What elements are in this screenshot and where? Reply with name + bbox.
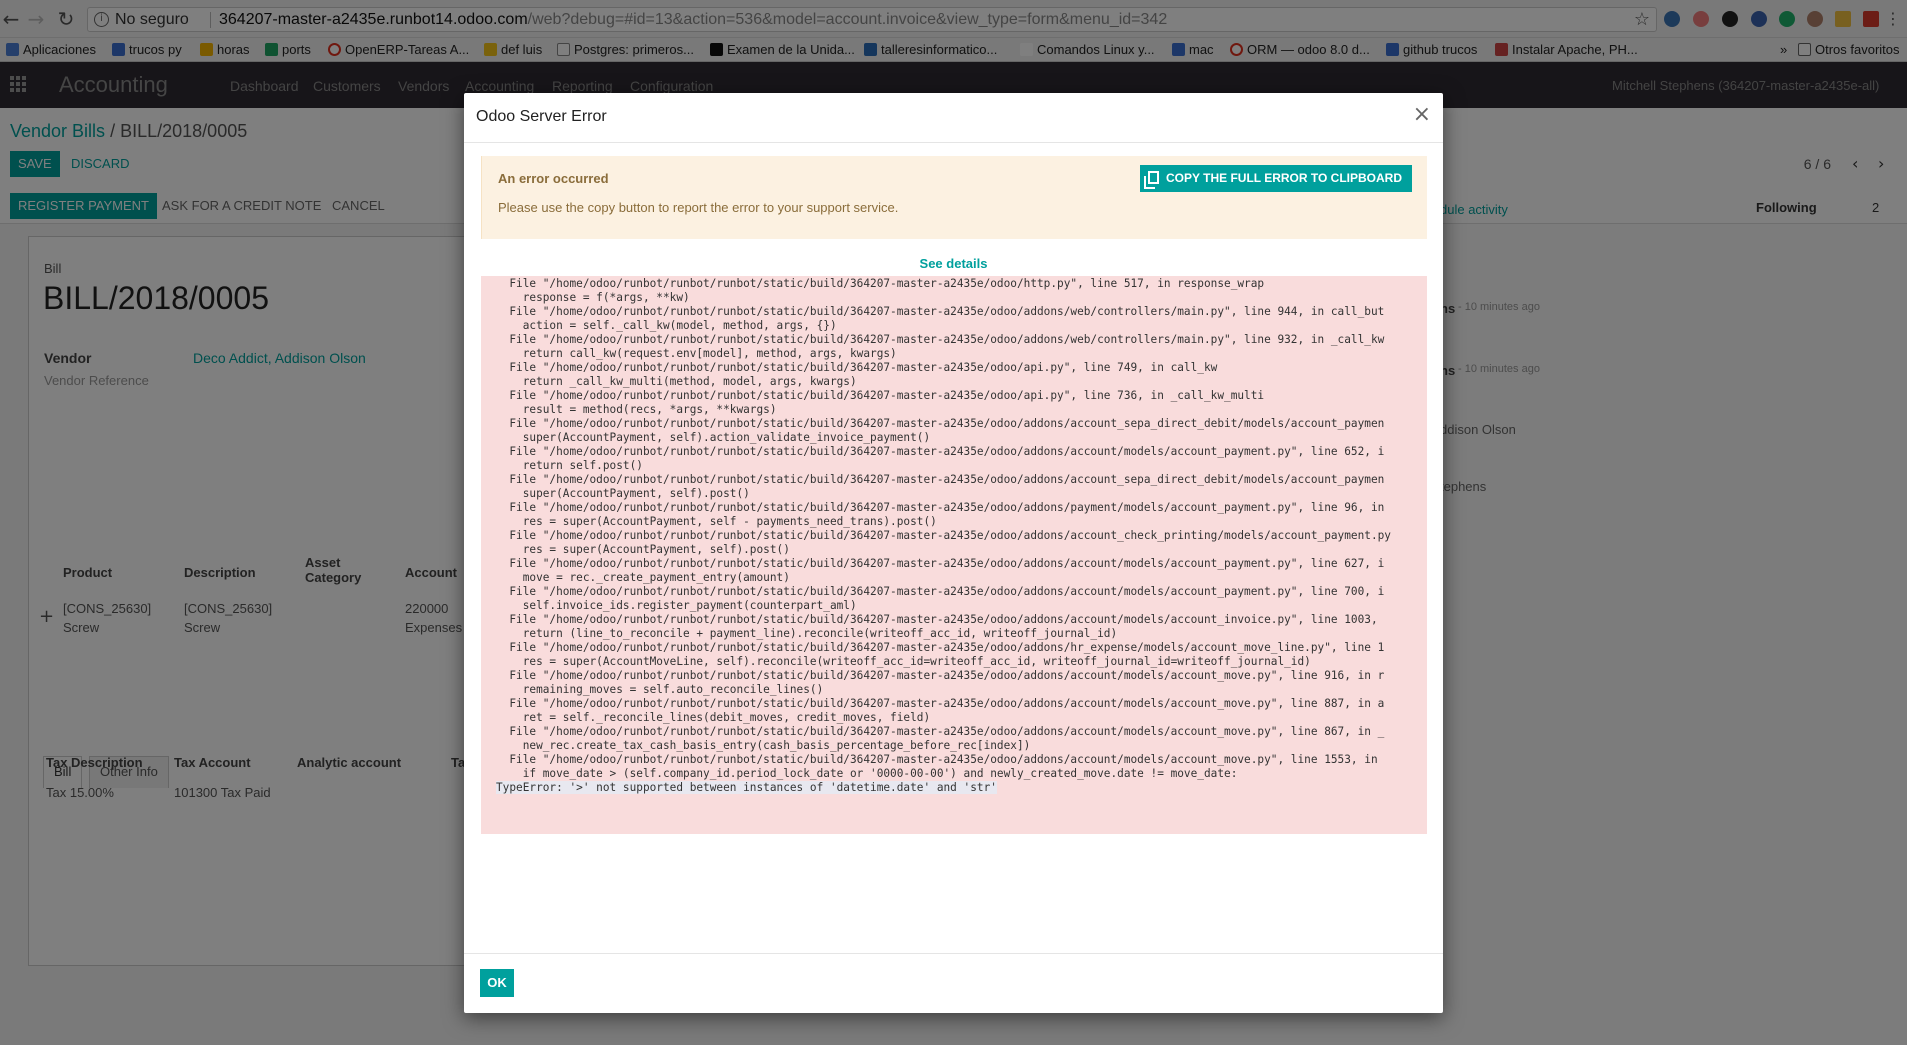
alert-title: An error occurred: [498, 171, 609, 186]
traceback-line: File "/home/odoo/runbot/runbot/runbot/st…: [496, 417, 1385, 430]
see-details-link[interactable]: See details: [464, 256, 1443, 271]
clipboard-icon: [1143, 171, 1159, 189]
traceback-line: File "/home/odoo/runbot/runbot/runbot/st…: [496, 333, 1385, 346]
traceback-text: File "/home/odoo/runbot/runbot/runbot/st…: [481, 277, 1427, 795]
traceback-line: res = super(AccountPayment, self - payme…: [496, 515, 937, 528]
traceback-line: File "/home/odoo/runbot/runbot/runbot/st…: [496, 697, 1385, 710]
traceback-line: self.invoice_ids.register_payment(counte…: [496, 599, 857, 612]
traceback-line: super(AccountPayment, self).action_valid…: [496, 431, 931, 444]
traceback-line: return self.post(): [496, 459, 643, 472]
traceback-line: File "/home/odoo/runbot/runbot/runbot/st…: [496, 501, 1385, 514]
traceback-line: return call_kw(request.env[model], metho…: [496, 347, 897, 360]
traceback-line: TypeError: '>' not supported between ins…: [496, 781, 997, 794]
traceback-line: File "/home/odoo/runbot/runbot/runbot/st…: [496, 389, 1265, 402]
traceback-line: response = f(*args, **kw): [496, 291, 690, 304]
traceback-line: File "/home/odoo/runbot/runbot/runbot/st…: [496, 725, 1385, 738]
traceback-line: File "/home/odoo/runbot/runbot/runbot/st…: [496, 361, 1218, 374]
error-traceback[interactable]: File "/home/odoo/runbot/runbot/runbot/st…: [481, 276, 1427, 834]
traceback-line: File "/home/odoo/runbot/runbot/runbot/st…: [496, 557, 1385, 570]
traceback-line: File "/home/odoo/runbot/runbot/runbot/st…: [496, 753, 1378, 766]
traceback-line: File "/home/odoo/runbot/runbot/runbot/st…: [496, 277, 1265, 290]
traceback-line: action = self._call_kw(model, method, ar…: [496, 319, 837, 332]
dialog-footer: OK: [464, 953, 1443, 1013]
ok-button[interactable]: OK: [480, 969, 514, 997]
traceback-line: super(AccountPayment, self).post(): [496, 487, 750, 500]
dialog-header: Odoo Server Error ×: [464, 93, 1443, 143]
traceback-line: return (line_to_reconcile + payment_line…: [496, 627, 1118, 640]
traceback-line: File "/home/odoo/runbot/runbot/runbot/st…: [496, 305, 1385, 318]
close-icon[interactable]: ×: [1413, 103, 1431, 127]
traceback-line: return _call_kw_multi(method, model, arg…: [496, 375, 857, 388]
traceback-line: new_rec.create_tax_cash_basis_entry(cash…: [496, 739, 1031, 752]
traceback-line: result = method(recs, *args, **kwargs): [496, 403, 777, 416]
traceback-line: File "/home/odoo/runbot/runbot/runbot/st…: [496, 473, 1385, 486]
traceback-line: File "/home/odoo/runbot/runbot/runbot/st…: [496, 641, 1385, 654]
server-error-dialog: Odoo Server Error × An error occurred Pl…: [464, 93, 1443, 1013]
error-alert: An error occurred Please use the copy bu…: [481, 156, 1427, 239]
dialog-title: Odoo Server Error: [476, 108, 607, 125]
copy-error-button[interactable]: COPY THE FULL ERROR TO CLIPBOARD: [1139, 165, 1412, 192]
traceback-line: File "/home/odoo/runbot/runbot/runbot/st…: [496, 669, 1385, 682]
traceback-line: File "/home/odoo/runbot/runbot/runbot/st…: [496, 445, 1385, 458]
traceback-line: File "/home/odoo/runbot/runbot/runbot/st…: [496, 529, 1391, 542]
traceback-line: File "/home/odoo/runbot/runbot/runbot/st…: [496, 585, 1385, 598]
traceback-line: res = super(AccountMoveLine, self).recon…: [496, 655, 1311, 668]
traceback-line: move = rec._create_payment_entry(amount): [496, 571, 790, 584]
traceback-line: File "/home/odoo/runbot/runbot/runbot/st…: [496, 613, 1378, 626]
traceback-line: remaining_moves = self.auto_reconcile_li…: [496, 683, 824, 696]
alert-text: Please use the copy button to report the…: [498, 200, 899, 215]
traceback-line: ret = self._reconcile_lines(debit_moves,…: [496, 711, 931, 724]
traceback-line: if move_date > (self.company_id.period_l…: [496, 767, 1238, 780]
traceback-line: res = super(AccountPayment, self).post(): [496, 543, 790, 556]
